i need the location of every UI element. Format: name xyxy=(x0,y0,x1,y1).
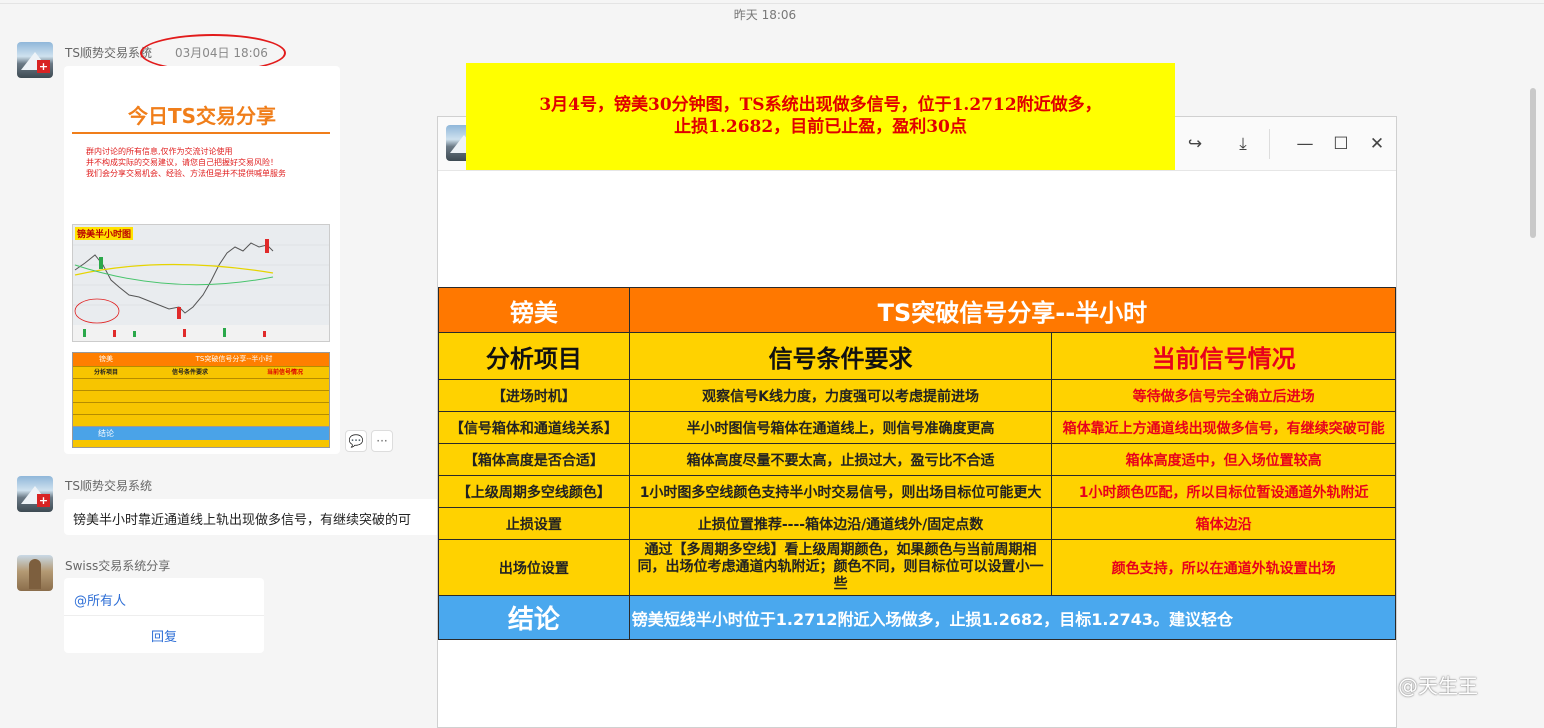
mini-title: TS突破信号分享--半小时 xyxy=(195,355,273,363)
conclusion-text: 镑美短线半小时位于1.2712附近入场做多，止损1.2682，目标1.2743。… xyxy=(628,595,1397,640)
status-cell: 箱体靠近上方通道线出现做多信号，有继续突破可能 xyxy=(1051,411,1396,444)
card-disclaimer: 群内讨论的所有信息,仅作为交流讨论使用 并不构成实际的交易建议，请您自己把握好交… xyxy=(86,146,326,179)
announcement-message: @所有人 回复 xyxy=(64,578,264,653)
condition-cell: 观察信号K线力度，力度强可以考虑提前进场 xyxy=(628,379,1053,412)
download-icon[interactable]: ⤓ xyxy=(1228,129,1258,159)
mini-conclusion-label: 结论 xyxy=(98,429,114,438)
chart-drawing xyxy=(73,225,329,341)
text-message[interactable]: 镑美半小时靠近通道线上轨出现做多信号，有继续突破的可 xyxy=(64,499,444,535)
header-cell: 当前信号情况 xyxy=(1051,332,1396,380)
close-button[interactable]: ✕ xyxy=(1362,129,1392,159)
status-cell: 箱体边沿 xyxy=(1051,507,1396,540)
item-cell: 【上级周期多空线颜色】 xyxy=(438,475,630,508)
table-row: 出场位设置 通过【多周期多空线】看上级周期颜色，如果颜色与当前周期相同，出场位考… xyxy=(438,539,1396,596)
chart-label: 镑美半小时图 xyxy=(75,227,134,240)
item-cell: 【信号箱体和通道线关系】 xyxy=(438,411,630,444)
condition-cell: 止损位置推荐----箱体边沿/通道线外/固定点数 xyxy=(628,507,1053,540)
price-chart-thumbnail: 镑美半小时图 xyxy=(72,224,330,342)
message-text: 镑美半小时靠近通道线上轨出现做多信号，有继续突破的可 xyxy=(73,513,412,528)
header-cell: 信号条件要求 xyxy=(628,332,1053,380)
conclusion-label: 结论 xyxy=(438,595,630,640)
more-icon[interactable]: ··· xyxy=(371,430,393,452)
status-cell: 箱体高度适中，但入场位置较高 xyxy=(1051,443,1396,476)
status-cell: 等待做多信号完全确立后进场 xyxy=(1051,379,1396,412)
avatar[interactable]: + xyxy=(17,476,53,512)
disclaimer-line: 并不构成实际的交易建议，请您自己把握好交易风险！ xyxy=(86,158,278,167)
table-row: 【进场时机】 观察信号K线力度，力度强可以考虑提前进场 等待做多信号完全确立后进… xyxy=(438,379,1396,412)
table-row: 【上级周期多空线颜色】 1小时图多空线颜色支持半小时交易信号，则出场目标位可能更… xyxy=(438,475,1396,508)
table-row: 【箱体高度是否合适】 箱体高度尽量不要太高，止损过大，盈亏比不合适 箱体高度适中… xyxy=(438,443,1396,476)
table-row: 止损设置 止损位置推荐----箱体边沿/通道线外/固定点数 箱体边沿 xyxy=(438,507,1396,540)
table-title-row: 镑美 TS突破信号分享--半小时 xyxy=(438,287,1397,333)
avatar[interactable] xyxy=(17,555,53,591)
minimize-button[interactable]: — xyxy=(1290,129,1320,159)
condition-cell: 箱体高度尽量不要太高，止损过大，盈亏比不合适 xyxy=(628,443,1053,476)
mini-header: 分析项目 xyxy=(93,369,118,376)
watermark: @天生王 xyxy=(1398,674,1478,698)
condition-cell: 1小时图多空线颜色支持半小时交易信号，则出场目标位可能更大 xyxy=(628,475,1053,508)
mention-text[interactable]: @所有人 xyxy=(64,578,264,616)
table-header-row: 分析项目 信号条件要求 当前信号情况 xyxy=(438,332,1396,380)
avatar[interactable]: + xyxy=(17,42,53,78)
banner-line: 3月4号，镑美30分钟图，TS系统出现做多信号，位于1.2712附近做多， xyxy=(539,95,1102,115)
pair-cell: 镑美 xyxy=(438,287,630,333)
comment-icon[interactable]: 💬 xyxy=(345,430,367,452)
mini-header: 信号条件要求 xyxy=(171,369,208,376)
reply-link[interactable]: 回复 xyxy=(64,616,264,645)
image-message[interactable]: 今日TS交易分享 群内讨论的所有信息,仅作为交流讨论使用 并不构成实际的交易建议… xyxy=(64,66,340,454)
sender-name[interactable]: TS顺势交易系统 xyxy=(65,44,152,61)
swiss-flag-icon: + xyxy=(37,60,50,73)
item-cell: 【箱体高度是否合适】 xyxy=(438,443,630,476)
disclaimer-line: 我们会分享交易机会、经验、方法但是并不提供喊单服务 xyxy=(86,169,286,178)
item-cell: 止损设置 xyxy=(438,507,630,540)
top-divider-line xyxy=(0,0,1544,4)
signal-table: 镑美 TS突破信号分享--半小时 分析项目 信号条件要求 当前信号情况 【进场时… xyxy=(438,287,1397,640)
sender-name[interactable]: TS顺势交易系统 xyxy=(65,477,152,494)
table-title: TS突破信号分享--半小时 xyxy=(628,287,1397,333)
sender-name[interactable]: Swiss交易系统分享 xyxy=(65,557,170,574)
mini-pair: 镑美 xyxy=(99,355,113,363)
status-cell: 颜色支持，所以在通道外轨设置出场 xyxy=(1051,539,1396,596)
condition-cell: 通过【多周期多空线】看上级周期颜色，如果颜色与当前周期相同，出场位考虑通道内轨附… xyxy=(628,539,1053,596)
maximize-button[interactable]: ☐ xyxy=(1326,129,1356,159)
banner-line: 止损1.2682，目前已止盈，盈利30点 xyxy=(674,117,967,137)
item-cell: 【进场时机】 xyxy=(438,379,630,412)
table-row: 【信号箱体和通道线关系】 半小时图信号箱体在通道线上，则信号准确度更高 箱体靠近… xyxy=(438,411,1396,444)
share-icon[interactable]: ↪ xyxy=(1180,129,1210,159)
scrollbar[interactable] xyxy=(1530,88,1536,238)
disclaimer-line: 群内讨论的所有信息,仅作为交流讨论使用 xyxy=(86,147,233,156)
conclusion-row: 结论 镑美短线半小时位于1.2712附近入场做多，止损1.2682，目标1.27… xyxy=(438,595,1397,640)
annotation-banner: 3月4号，镑美30分钟图，TS系统出现做多信号，位于1.2712附近做多， 止损… xyxy=(466,63,1175,170)
date-divider: 昨天 18:06 xyxy=(733,8,797,22)
toolbar-separator xyxy=(1269,129,1270,159)
message-actions: 💬 ··· xyxy=(345,430,393,452)
condition-cell: 半小时图信号箱体在通道线上，则信号准确度更高 xyxy=(628,411,1053,444)
mini-signal-table: 镑美 TS突破信号分享--半小时 分析项目 信号条件要求 当前信号情况 结论 xyxy=(72,352,330,448)
building-icon xyxy=(29,559,41,589)
swiss-flag-icon: + xyxy=(37,494,50,507)
header-cell: 分析项目 xyxy=(438,332,630,380)
card-title: 今日TS交易分享 xyxy=(127,104,277,128)
card-divider xyxy=(72,132,330,134)
mini-header: 当前信号情况 xyxy=(266,369,303,376)
status-cell: 1小时颜色匹配，所以目标位暂设通道外轨附近 xyxy=(1051,475,1396,508)
item-cell: 出场位设置 xyxy=(438,539,630,596)
